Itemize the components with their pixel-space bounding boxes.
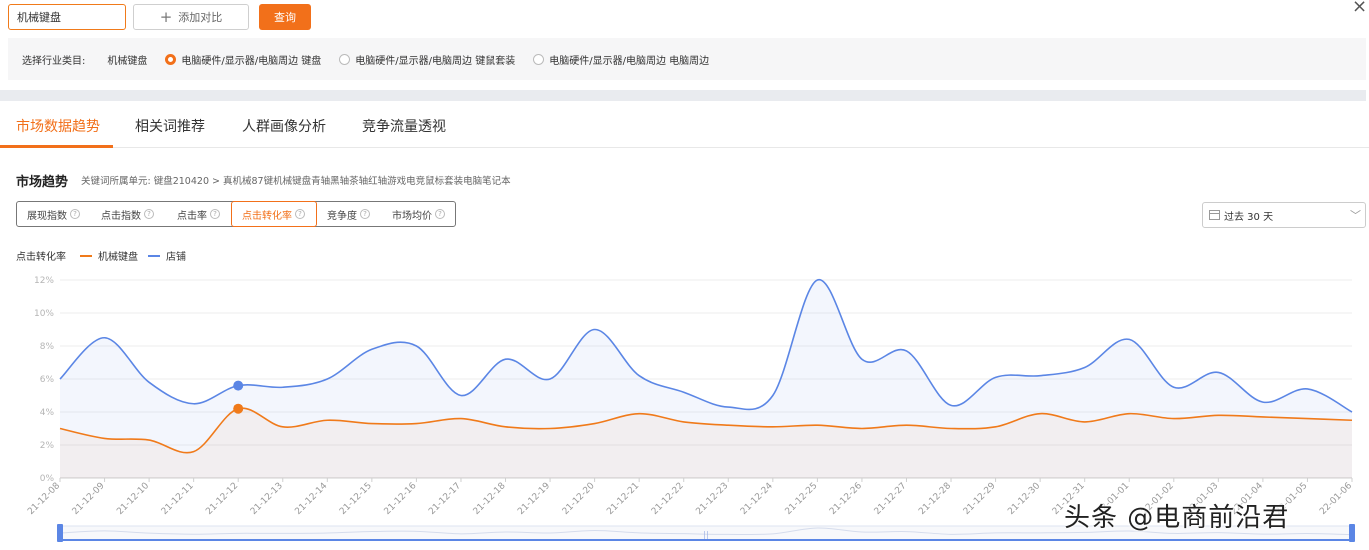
metric-tab-competition[interactable]: 竞争度? bbox=[327, 202, 370, 226]
x-tick-label: 21-12-21 bbox=[605, 481, 641, 517]
category-current: 机械键盘 bbox=[107, 55, 148, 67]
x-tick-label: 21-12-08 bbox=[26, 481, 62, 517]
zoom-slider-grip-icon[interactable]: || bbox=[703, 530, 708, 539]
radio-selected-icon[interactable] bbox=[165, 53, 177, 65]
x-tick-label: 21-12-12 bbox=[204, 481, 240, 517]
x-tick-label: 21-12-13 bbox=[249, 481, 285, 517]
category-option-label: 电脑硬件/显示器/电脑周边 电脑周边 bbox=[549, 55, 710, 67]
x-tick-label: 21-12-20 bbox=[561, 481, 597, 517]
x-tick-label: 21-12-29 bbox=[962, 481, 998, 517]
category-option-label: 电脑硬件/显示器/电脑周边 键盘 bbox=[181, 55, 322, 67]
y-tick-label: 2% bbox=[40, 441, 55, 451]
x-tick-label: 21-12-25 bbox=[784, 481, 820, 517]
category-option-label: 电脑硬件/显示器/电脑周边 键鼠套装 bbox=[355, 55, 516, 67]
tab-market-trend[interactable]: 市场数据趋势 bbox=[16, 116, 100, 136]
legend-metric-name: 点击转化率 bbox=[16, 252, 66, 263]
category-selector: 选择行业类目: 机械键盘 电脑硬件/显示器/电脑周边 键盘 电脑硬件/显示器/电… bbox=[8, 38, 1366, 80]
help-icon[interactable]: ? bbox=[144, 209, 154, 219]
metric-label: 展现指数 bbox=[27, 210, 67, 222]
x-tick-label: 21-12-14 bbox=[293, 481, 329, 517]
x-tick-label: 21-12-28 bbox=[917, 481, 953, 517]
zoom-slider-handle-left[interactable] bbox=[57, 524, 63, 542]
tab-related-words[interactable]: 相关词推荐 bbox=[135, 116, 205, 136]
x-tick-label: 21-12-10 bbox=[115, 481, 151, 517]
metric-label: 点击指数 bbox=[101, 210, 141, 222]
x-tick-label: 22-01-06 bbox=[1318, 481, 1354, 517]
calendar-icon bbox=[1209, 210, 1220, 220]
legend-label: 机械键盘 bbox=[98, 252, 138, 263]
y-tick-label: 10% bbox=[34, 309, 54, 319]
metric-tab-click-index[interactable]: 点击指数? bbox=[101, 202, 154, 226]
main-tabs: 市场数据趋势 相关词推荐 人群画像分析 竞争流量透视 bbox=[0, 102, 1369, 148]
x-tick-label: 21-12-27 bbox=[873, 481, 909, 517]
x-tick-label: 21-12-16 bbox=[383, 481, 419, 517]
tab-competition-traffic[interactable]: 竞争流量透视 bbox=[362, 116, 446, 136]
add-compare-button[interactable]: + 添加对比 bbox=[133, 4, 249, 30]
metric-label: 市场均价 bbox=[392, 210, 432, 222]
add-compare-label: 添加对比 bbox=[178, 11, 223, 24]
metric-tab-conversion-rate[interactable]: 点击转化率? bbox=[231, 201, 317, 227]
x-tick-label: 21-12-30 bbox=[1006, 481, 1042, 517]
tab-crowd-portrait[interactable]: 人群画像分析 bbox=[242, 116, 326, 136]
legend-line-icon bbox=[80, 254, 92, 257]
legend-item-shop[interactable]: 店铺 bbox=[148, 248, 186, 263]
y-tick-label: 4% bbox=[40, 408, 55, 418]
x-tick-label: 21-12-11 bbox=[160, 481, 196, 517]
metric-tab-ctr[interactable]: 点击率? bbox=[177, 202, 220, 226]
category-option-keyboard-mouse-set[interactable]: 电脑硬件/显示器/电脑周边 键鼠套装 bbox=[339, 52, 515, 67]
data-point-highlight bbox=[233, 380, 244, 391]
y-tick-label: 12% bbox=[34, 276, 54, 286]
close-icon[interactable]: ⨯ bbox=[1352, 0, 1367, 17]
x-tick-label: 21-12-22 bbox=[650, 481, 686, 517]
x-tick-label: 21-12-15 bbox=[338, 481, 374, 517]
metric-label: 竞争度 bbox=[327, 210, 357, 222]
query-button[interactable]: 查询 bbox=[259, 4, 311, 30]
watermark: 头条 @电商前沿君 bbox=[1064, 503, 1290, 533]
x-tick-label: 21-12-18 bbox=[472, 481, 508, 517]
date-range-select[interactable]: 过去 30 天 ﹀ bbox=[1202, 202, 1366, 228]
help-icon[interactable]: ? bbox=[70, 209, 80, 219]
section-title: 市场趋势 bbox=[16, 175, 69, 190]
x-tick-label: 21-12-17 bbox=[427, 481, 463, 517]
metric-label: 点击率 bbox=[177, 210, 207, 222]
chart-legend: 点击转化率 机械键盘 店铺 bbox=[16, 248, 196, 263]
legend-line-icon bbox=[148, 254, 160, 257]
help-icon[interactable]: ? bbox=[360, 209, 370, 219]
category-label: 选择行业类目: bbox=[22, 55, 86, 67]
x-tick-label: 21-12-26 bbox=[828, 481, 864, 517]
radio-icon[interactable] bbox=[533, 53, 545, 65]
section-divider bbox=[0, 90, 1366, 101]
metric-tab-avg-price[interactable]: 市场均价? bbox=[392, 202, 445, 226]
x-tick-label: 21-12-23 bbox=[694, 481, 730, 517]
x-tick-label: 21-12-09 bbox=[71, 481, 107, 517]
search-input[interactable] bbox=[8, 4, 126, 30]
zoom-slider-handle-right[interactable] bbox=[1349, 524, 1355, 542]
help-icon[interactable]: ? bbox=[210, 209, 220, 219]
metric-label: 点击转化率 bbox=[242, 210, 292, 222]
active-tab-indicator bbox=[0, 145, 113, 148]
y-tick-label: 6% bbox=[40, 375, 55, 385]
x-tick-label: 21-12-24 bbox=[739, 481, 775, 517]
legend-item-keyboard[interactable]: 机械键盘 bbox=[80, 248, 138, 263]
category-option-keyboard[interactable]: 电脑硬件/显示器/电脑周边 键盘 bbox=[165, 52, 321, 67]
metric-tab-impression-index[interactable]: 展现指数? bbox=[27, 202, 80, 226]
chevron-down-icon: ﹀ bbox=[1350, 209, 1361, 222]
radio-icon[interactable] bbox=[339, 53, 351, 65]
x-tick-label: 21-12-19 bbox=[516, 481, 552, 517]
legend-label: 店铺 bbox=[166, 252, 186, 263]
date-range-value: 过去 30 天 bbox=[1224, 211, 1274, 223]
breadcrumb: 关键词所属单元: 键盘210420 > 真机械87键机械键盘青轴黑轴茶轴红轴游戏… bbox=[81, 176, 511, 187]
y-tick-label: 8% bbox=[40, 342, 55, 352]
help-icon[interactable]: ? bbox=[435, 209, 445, 219]
metric-tabs: 展现指数? 点击指数? 点击率? 点击转化率? 竞争度? 市场均价? bbox=[16, 201, 456, 227]
help-icon[interactable]: ? bbox=[295, 209, 305, 219]
category-option-peripherals[interactable]: 电脑硬件/显示器/电脑周边 电脑周边 bbox=[533, 52, 709, 67]
data-point-highlight bbox=[233, 403, 244, 414]
plus-icon: + bbox=[159, 7, 173, 26]
